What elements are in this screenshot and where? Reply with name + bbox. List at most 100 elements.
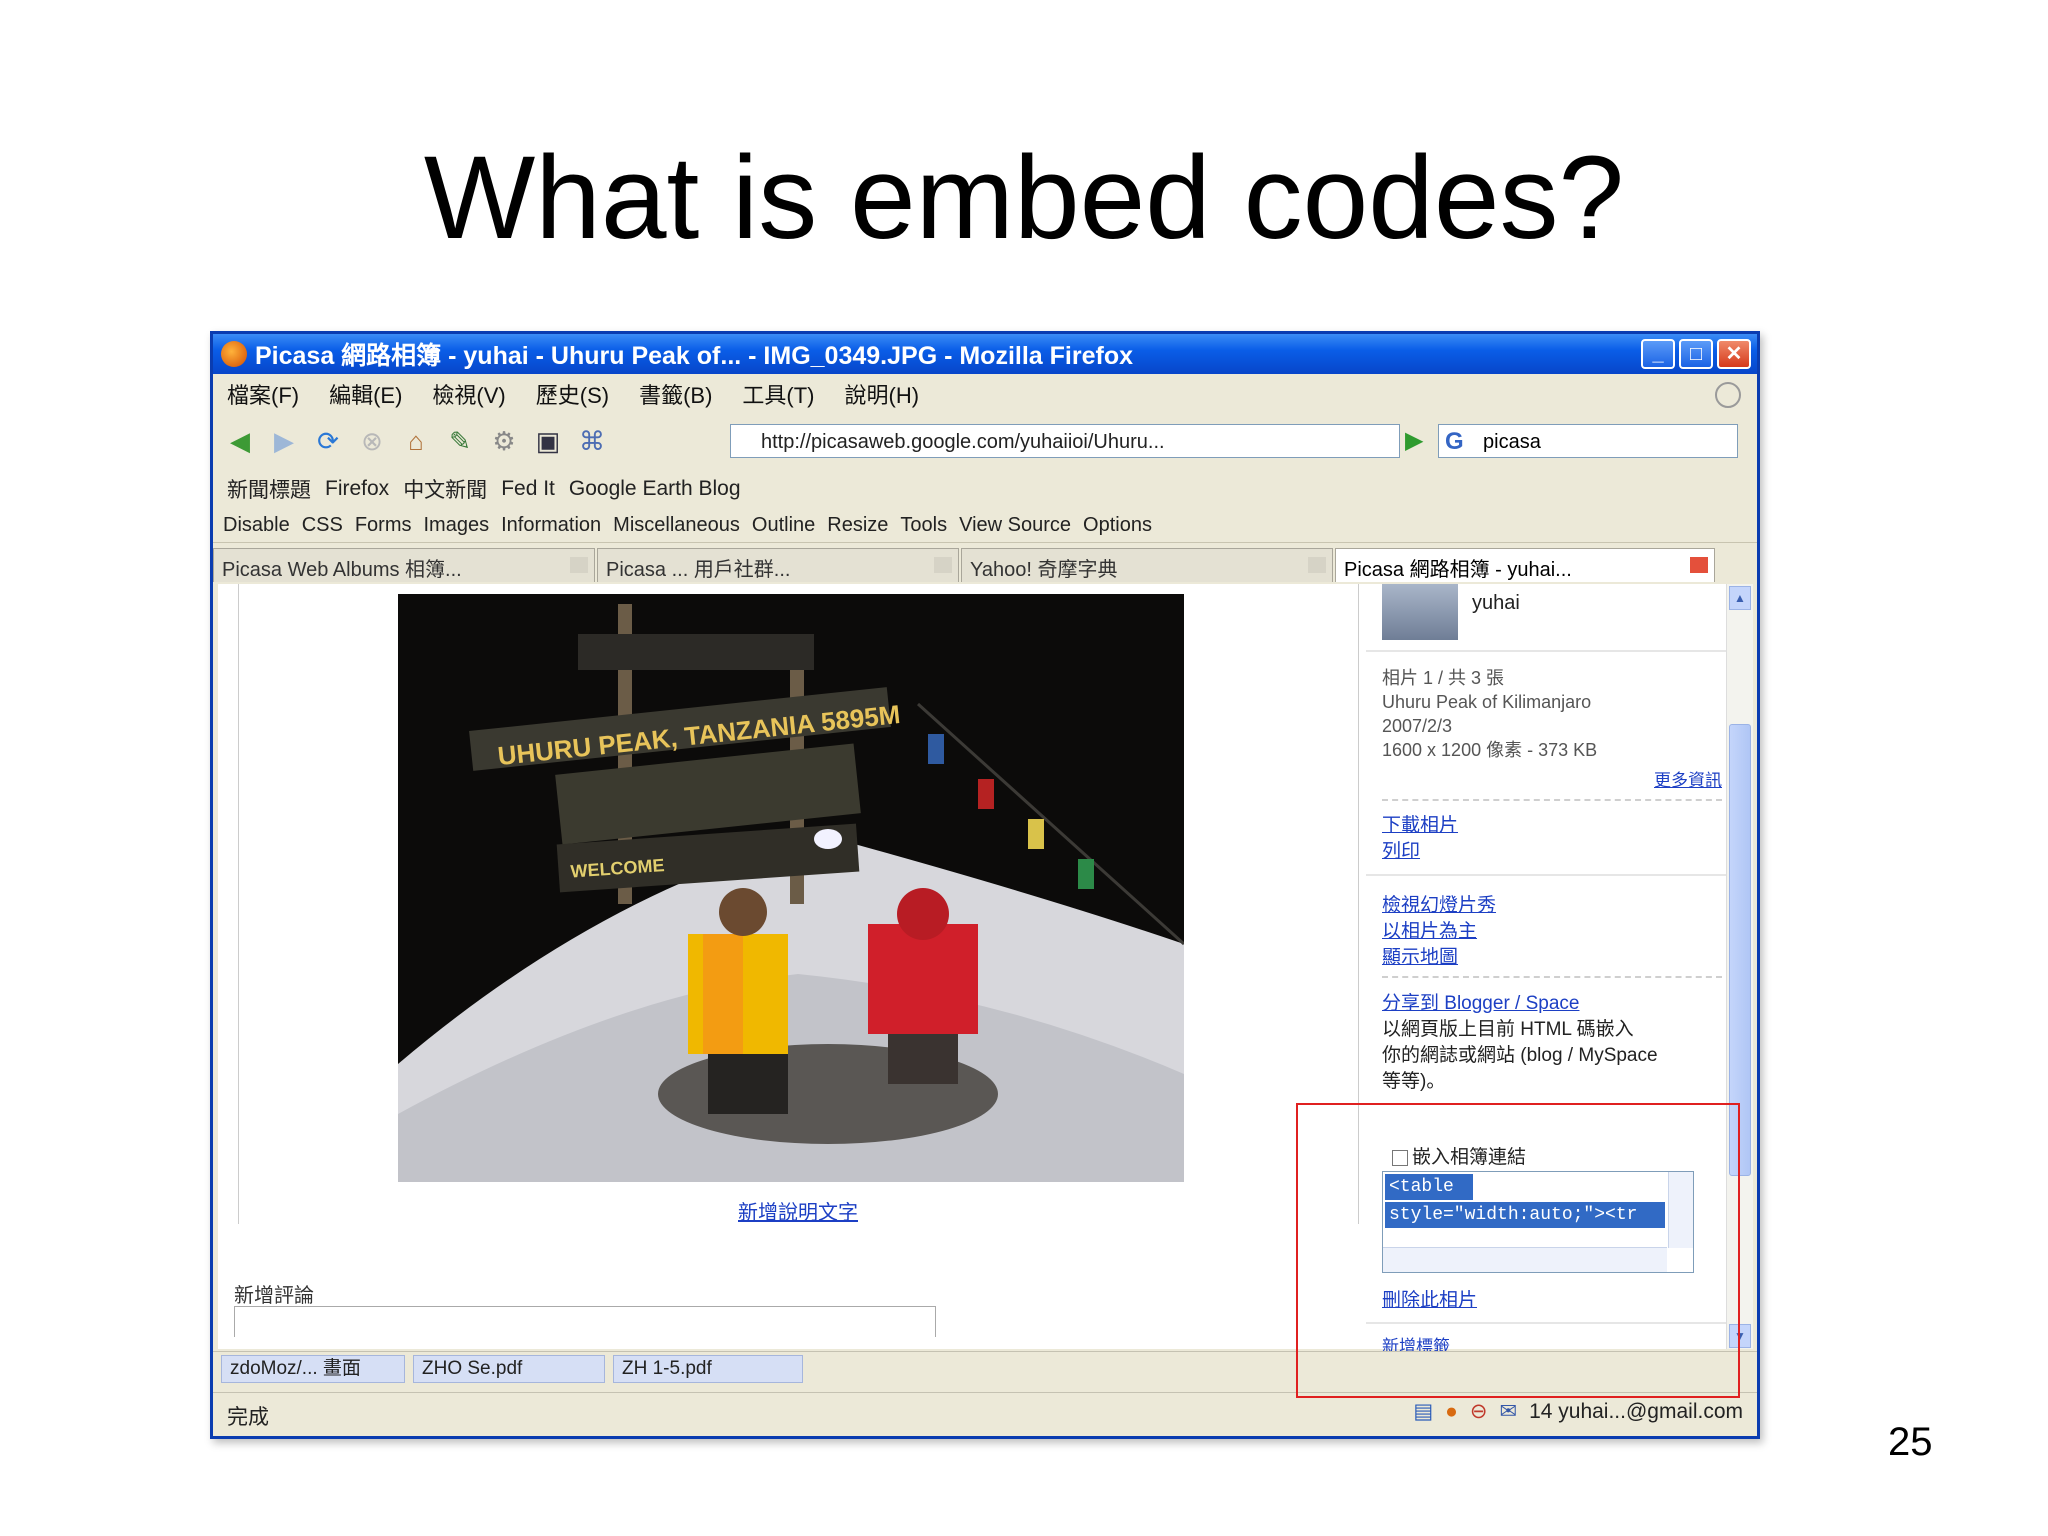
back-icon[interactable]: ◀ xyxy=(223,424,257,458)
menu-file[interactable]: 檔案(F) xyxy=(227,378,299,410)
avatar[interactable] xyxy=(1382,584,1458,640)
tag-icon[interactable]: ⌘ xyxy=(575,424,609,458)
download-photo-link[interactable]: 下載相片 xyxy=(1382,810,1458,837)
blog-instructions: 等等)。 xyxy=(1382,1071,1446,1092)
slideshow-link[interactable]: 檢視幻燈片秀 xyxy=(1382,890,1496,917)
dev-outline[interactable]: Outline xyxy=(752,514,815,537)
gmail-notifier[interactable]: 14 yuhai...@gmail.com xyxy=(1529,1400,1743,1424)
firefox-icon xyxy=(221,341,247,367)
google-icon: G xyxy=(1445,428,1464,455)
tab-picasa-community[interactable]: Picasa ... 用戶社群... xyxy=(597,548,959,582)
firefox-icon[interactable]: ● xyxy=(1445,1400,1458,1424)
info-line: 相片 1 / 共 3 張 xyxy=(1382,668,1505,688)
tab-label: Yahoo! 奇摩字典 xyxy=(970,559,1118,581)
info-line: 1600 x 1200 像素 - 373 KB xyxy=(1382,740,1598,760)
bookmark-add-icon[interactable]: ✎ xyxy=(443,424,477,458)
download-item[interactable]: zdoMoz/... 畫面 xyxy=(221,1355,405,1383)
info-line: Uhuru Peak of Kilimanjaro xyxy=(1382,692,1592,712)
search-input[interactable]: G picasa xyxy=(1438,424,1738,458)
title-bar: Picasa 網路相簿 - yuhai - Uhuru Peak of... -… xyxy=(213,334,1757,374)
navigation-toolbar: ◀ ▶ ⟳ ⊗ ⌂ ✎ ⚙ ▣ ⌘ http://picasaweb.googl… xyxy=(213,416,1757,466)
dev-tools[interactable]: Tools xyxy=(900,514,947,537)
menu-bar: 檔案(F) 編輯(E) 檢視(V) 歷史(S) 書籤(B) 工具(T) 說明(H… xyxy=(213,374,1757,414)
maximize-button[interactable]: □ xyxy=(1679,339,1713,369)
menu-bookmarks[interactable]: 書籤(B) xyxy=(639,378,712,410)
comments-label: 新增評論 xyxy=(234,1285,314,1307)
photo-info: 相片 1 / 共 3 張 Uhuru Peak of Kilimanjaro 2… xyxy=(1382,666,1597,762)
bookmarks-toolbar: 新聞標題 Firefox 中文新聞 Fed It Google Earth Bl… xyxy=(213,472,1757,506)
blog-instructions: 以網頁版上目前 HTML 碼嵌入 xyxy=(1382,1019,1634,1040)
divider xyxy=(1366,874,1726,876)
mail-icon[interactable]: ✉ xyxy=(1499,1399,1517,1424)
status-bar: 完成 ▤ ● ⊖ ✉ 14 yuhai...@gmail.com xyxy=(213,1392,1757,1433)
bookmark-item[interactable]: Fed It xyxy=(501,477,555,501)
print-link[interactable]: 列印 xyxy=(1382,836,1420,863)
tab-label: Picasa 網路相簿 - yuhai... xyxy=(1344,559,1572,581)
dev-resize[interactable]: Resize xyxy=(827,514,888,537)
close-button[interactable]: ✕ xyxy=(1717,339,1751,369)
settings-icon[interactable]: ⚙ xyxy=(487,424,521,458)
menu-tools[interactable]: 工具(T) xyxy=(742,378,814,410)
window-title: Picasa 網路相簿 - yuhai - Uhuru Peak of... -… xyxy=(255,342,1133,370)
minimize-button[interactable]: _ xyxy=(1641,339,1675,369)
tab-close-icon[interactable] xyxy=(570,557,588,573)
bookmark-item[interactable]: 中文新聞 xyxy=(403,474,487,504)
dev-options[interactable]: Options xyxy=(1083,514,1152,537)
menu-history[interactable]: 歷史(S) xyxy=(536,378,609,410)
tab-close-icon[interactable] xyxy=(934,557,952,573)
tab-bar: Picasa Web Albums 相簿... Picasa ... 用戶社群.… xyxy=(213,548,1757,582)
comment-input[interactable] xyxy=(234,1306,936,1337)
addon-icon[interactable]: ▤ xyxy=(1413,1399,1433,1424)
throbber-icon xyxy=(1715,382,1741,408)
divider xyxy=(1366,650,1726,652)
tab-close-icon[interactable] xyxy=(1308,557,1326,573)
add-caption-link[interactable]: 新增說明文字 xyxy=(738,1196,858,1225)
bookmark-item[interactable]: Firefox xyxy=(325,477,389,501)
menu-help[interactable]: 說明(H) xyxy=(845,378,920,410)
search-value: picasa xyxy=(1483,431,1541,453)
tab-label: Picasa Web Albums 相簿... xyxy=(222,559,462,581)
web-developer-toolbar: Disable CSS Forms Images Information Mis… xyxy=(213,508,1757,543)
tab-label: Picasa ... 用戶社群... xyxy=(606,559,791,581)
go-icon[interactable]: ▶ xyxy=(1405,426,1423,455)
stop-sign-icon[interactable]: ⊖ xyxy=(1470,1399,1488,1424)
forward-icon[interactable]: ▶ xyxy=(267,424,301,458)
divider xyxy=(1382,799,1722,801)
dev-miscellaneous[interactable]: Miscellaneous xyxy=(613,514,740,537)
scroll-up-icon[interactable]: ▲ xyxy=(1729,586,1751,610)
divider xyxy=(1382,976,1722,978)
menu-view[interactable]: 檢視(V) xyxy=(432,378,505,410)
download-item[interactable]: ZH 1-5.pdf xyxy=(613,1355,803,1383)
home-icon[interactable]: ⌂ xyxy=(399,424,433,458)
reload-icon[interactable]: ⟳ xyxy=(311,424,345,458)
dev-disable[interactable]: Disable xyxy=(223,514,290,537)
stop-icon[interactable]: ⊗ xyxy=(355,424,389,458)
share-blogger-link[interactable]: 分享到 Blogger / Space xyxy=(1382,988,1579,1015)
more-info-link[interactable]: 更多資訊 xyxy=(1654,766,1722,791)
download-item[interactable]: ZHO Se.pdf xyxy=(413,1355,605,1383)
embed-code-highlight xyxy=(1296,1103,1740,1398)
bookmark-item[interactable]: 新聞標題 xyxy=(227,474,311,504)
tab-picasa-photo[interactable]: Picasa 網路相簿 - yuhai... xyxy=(1335,548,1715,582)
dev-images[interactable]: Images xyxy=(424,514,490,537)
show-map-link[interactable]: 顯示地圖 xyxy=(1382,942,1458,969)
url-input[interactable]: http://picasaweb.google.com/yuhaiioi/Uhu… xyxy=(730,424,1400,458)
status-text: 完成 xyxy=(227,1406,269,1429)
dev-information[interactable]: Information xyxy=(501,514,601,537)
photo-view-link[interactable]: 以相片為主 xyxy=(1382,916,1477,943)
dev-css[interactable]: CSS xyxy=(302,514,343,537)
dev-forms[interactable]: Forms xyxy=(355,514,412,537)
tab-yahoo-dictionary[interactable]: Yahoo! 奇摩字典 xyxy=(961,548,1333,582)
menu-edit[interactable]: 編輯(E) xyxy=(329,378,402,410)
tab-picasa-albums[interactable]: Picasa Web Albums 相簿... xyxy=(213,548,595,582)
username[interactable]: yuhai xyxy=(1472,592,1520,615)
info-line: 2007/2/3 xyxy=(1382,716,1453,736)
save-icon[interactable]: ▣ xyxy=(531,424,565,458)
photo-image: UHURU PEAK, TANZANIA 5895M WELCOME xyxy=(398,594,1184,1182)
tab-close-icon[interactable] xyxy=(1690,557,1708,573)
bookmark-item[interactable]: Google Earth Blog xyxy=(569,477,741,501)
dev-view-source[interactable]: View Source xyxy=(959,514,1071,537)
summit-photo[interactable]: UHURU PEAK, TANZANIA 5895M WELCOME xyxy=(398,594,1184,1182)
blog-instructions: 你的網誌或網站 (blog / MySpace xyxy=(1382,1045,1658,1066)
divider xyxy=(238,584,239,1224)
